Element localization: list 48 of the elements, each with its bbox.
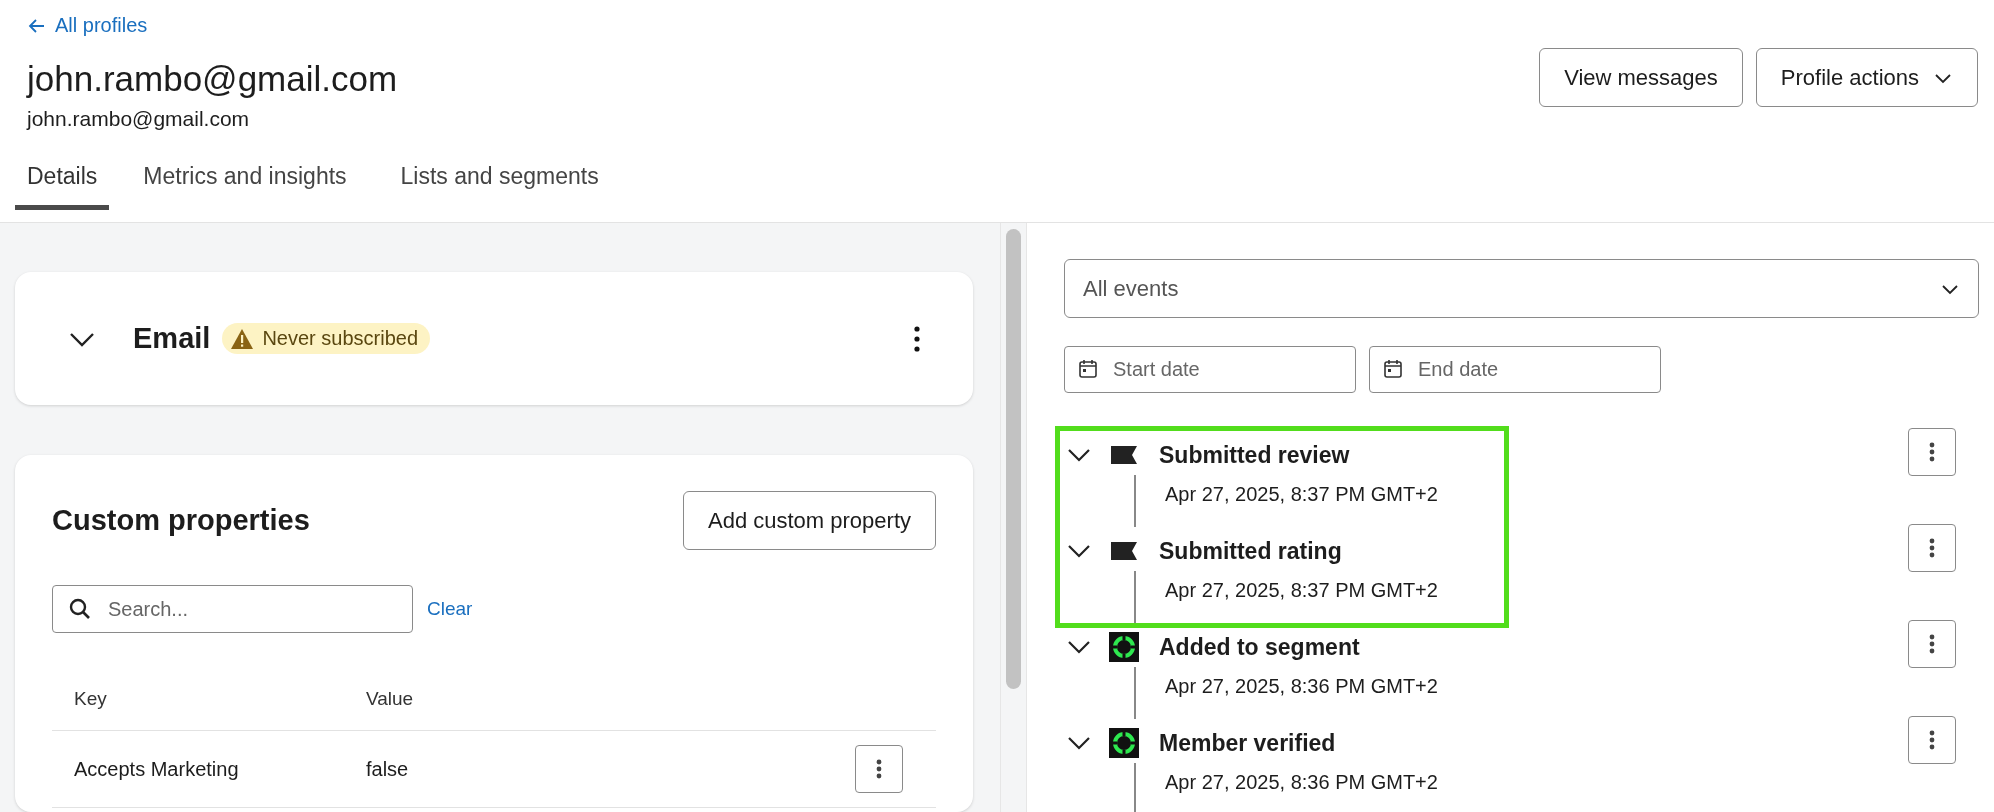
event-time: Apr 27, 2025, 8:37 PM GMT+2 (1165, 579, 1438, 601)
more-button[interactable] (855, 745, 903, 793)
event-time: Apr 27, 2025, 8:36 PM GMT+2 (1165, 771, 1438, 793)
calendar-icon (1383, 359, 1403, 379)
more-icon (1929, 633, 1935, 655)
event-title: Member verified (1159, 729, 1336, 757)
calendar-icon (1078, 359, 1098, 379)
date-field[interactable]: End date (1369, 346, 1661, 393)
column-header: Key (74, 688, 108, 710)
event-filter-dropdown[interactable]: All events (1064, 259, 1979, 318)
event-title: Added to segment (1159, 633, 1360, 661)
add-property-button[interactable]: Add custom property (683, 491, 936, 550)
more-icon[interactable] (913, 323, 921, 354)
more-icon (876, 758, 882, 780)
email-title: Email (133, 322, 211, 355)
section-title: Custom properties (52, 504, 310, 537)
tab[interactable]: Metrics and insights (131, 153, 359, 210)
column-header: Value (366, 688, 415, 710)
profile-email: john.rambo@gmail.com (27, 107, 251, 131)
more-icon (1929, 537, 1935, 559)
target-icon (1109, 632, 1139, 662)
more-button[interactable] (1908, 716, 1956, 764)
more-button[interactable] (1908, 620, 1956, 668)
event-time: Apr 27, 2025, 8:36 PM GMT+2 (1165, 675, 1438, 697)
more-icon (1929, 729, 1935, 751)
table-cell-text: false (366, 757, 410, 781)
clear-link[interactable]: Clear (427, 598, 473, 620)
more-icon (1929, 441, 1935, 463)
target-icon (1109, 728, 1139, 758)
flag-icon (1109, 540, 1139, 562)
scrollbar[interactable] (1006, 229, 1021, 689)
event-title: Submitted rating (1159, 537, 1342, 565)
tab[interactable]: Details (15, 153, 110, 210)
subscription-badge: Never subscribed (222, 323, 430, 354)
tab[interactable]: Lists and segments (388, 153, 611, 210)
event-time: Apr 27, 2025, 8:37 PM GMT+2 (1165, 483, 1438, 505)
profile-title: john.rambo@gmail.com (27, 59, 399, 99)
date-field[interactable]: Start date (1064, 346, 1356, 393)
search-field[interactable]: Search... (52, 585, 413, 633)
back-link[interactable]: All profiles (15, 14, 148, 37)
table-cell-text: Accepts Marketing (74, 757, 240, 781)
more-button[interactable] (1908, 428, 1956, 476)
more-button[interactable] (1908, 524, 1956, 572)
action-button[interactable]: View messages (1539, 48, 1743, 107)
search-icon (68, 597, 92, 621)
dropdown-button[interactable]: Profile actions (1755, 48, 1978, 107)
event-title: Submitted review (1159, 441, 1350, 469)
flag-icon (1109, 444, 1139, 466)
